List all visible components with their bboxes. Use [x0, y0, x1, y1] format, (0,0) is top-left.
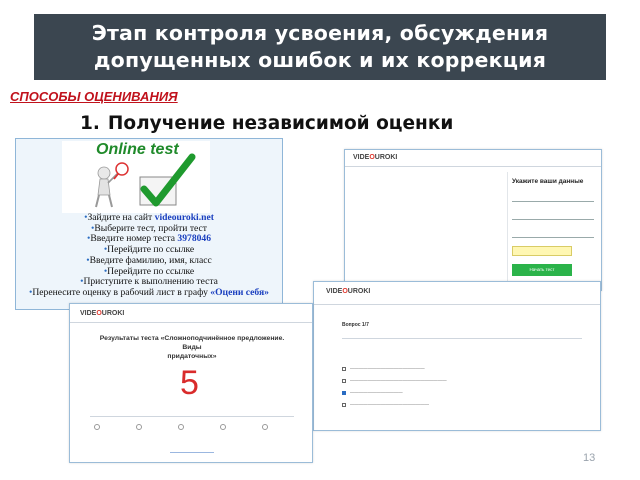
result-title: Результаты теста «Сложноподчинённое пред…	[99, 335, 285, 360]
slide-title: Этап контроля усвоения, обсуждения допущ…	[34, 14, 606, 80]
list-heading-text: Получение независимой оценки	[107, 113, 454, 134]
result-screenshot: VIDEOUROKI Результаты теста «Сложноподчи…	[69, 303, 313, 463]
online-test-steps: Зайдите на сайт videouroki.net Выберите …	[18, 212, 280, 299]
slide-title-line-1: Этап контроля усвоения, обсуждения	[91, 21, 549, 45]
result-grade: 5	[180, 364, 199, 402]
start-test-button[interactable]: Начать тест	[512, 264, 572, 276]
test-code-field[interactable]	[512, 246, 572, 256]
videouroki-logo: VIDEOUROKI	[353, 154, 398, 161]
stat-item	[136, 424, 144, 430]
last-name-field[interactable]	[512, 194, 594, 202]
answer-option[interactable]: ——————————————————	[342, 402, 429, 407]
list-number: 1.	[80, 113, 100, 134]
section-label: СПОСОБЫ ОЦЕНИВАНИЯ	[10, 89, 178, 104]
first-name-field[interactable]	[512, 212, 594, 220]
step-item: Перенесите оценку в рабочий лист в графу…	[18, 287, 280, 299]
form-screenshot: VIDEOUROKI Укажите ваши данные Начать те…	[344, 149, 602, 291]
list-heading: 1. Получение независимой оценки	[80, 113, 453, 134]
result-link[interactable]	[170, 452, 214, 453]
class-field[interactable]	[512, 230, 594, 238]
online-test-banner: Online test	[62, 141, 210, 213]
stat-item	[220, 424, 228, 430]
question-number: Вопрос 1/7	[342, 322, 369, 328]
stat-item	[262, 424, 270, 430]
answer-option[interactable]: ————————————	[342, 390, 403, 395]
answer-option[interactable]: ——————————————————————	[342, 378, 447, 383]
videouroki-logo: VIDEOUROKI	[326, 288, 371, 295]
page-number: 13	[583, 452, 596, 464]
quiz-screenshot: VIDEOUROKI Вопрос 1/7 ————————————————— …	[313, 281, 601, 431]
checkmark-figure-icon	[95, 153, 196, 208]
slide-title-line-2: допущенных ошибок и их коррекция	[93, 48, 547, 72]
form-title: Укажите ваши данные	[512, 178, 584, 185]
answer-option[interactable]: —————————————————	[342, 366, 425, 371]
stat-item	[94, 424, 102, 430]
stat-item	[178, 424, 186, 430]
videouroki-logo: VIDEOUROKI	[80, 310, 125, 317]
